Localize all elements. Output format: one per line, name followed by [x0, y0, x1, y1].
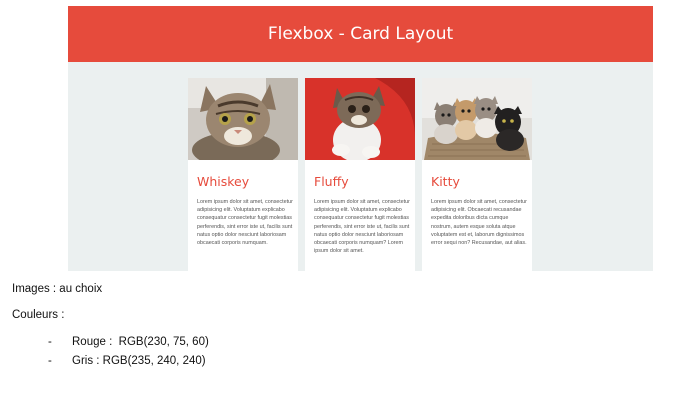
card-whiskey: Whiskey Lorem ipsum dolor sit amet, cons…: [188, 78, 298, 271]
kittens-group-photo: [422, 78, 532, 160]
card-text: Lorem ipsum dolor sit amet, consectetur …: [431, 199, 527, 247]
color-gray-text: Gris : RGB(235, 240, 240): [72, 355, 206, 367]
card-layout-demo: Flexbox - Card Layout Whiskey Lorem ipsu…: [68, 6, 653, 271]
images-note: Images : au choix: [12, 283, 103, 295]
page-title: Flexbox - Card Layout: [267, 24, 454, 44]
card-title: Fluffy: [314, 174, 349, 189]
bullet-marker: -: [48, 336, 52, 348]
card-text: Lorem ipsum dolor sit amet, consectetur …: [197, 199, 293, 247]
colors-heading: Couleurs :: [12, 309, 65, 321]
fluffy-kitten-photo: [305, 78, 415, 160]
color-red-text: Rouge : RGB(230, 75, 60): [72, 336, 209, 348]
card-kitty: Kitty Lorem ipsum dolor sit amet, consec…: [422, 78, 532, 271]
bullet-marker: -: [48, 355, 52, 367]
card-title: Whiskey: [197, 174, 250, 189]
page-header: Flexbox - Card Layout: [68, 6, 653, 62]
tabby-kitten-photo: [188, 78, 298, 160]
card-text: Lorem ipsum dolor sit amet, consectetur …: [314, 199, 410, 255]
card-fluffy: Fluffy Lorem ipsum dolor sit amet, conse…: [305, 78, 415, 271]
card-title: Kitty: [431, 174, 460, 189]
